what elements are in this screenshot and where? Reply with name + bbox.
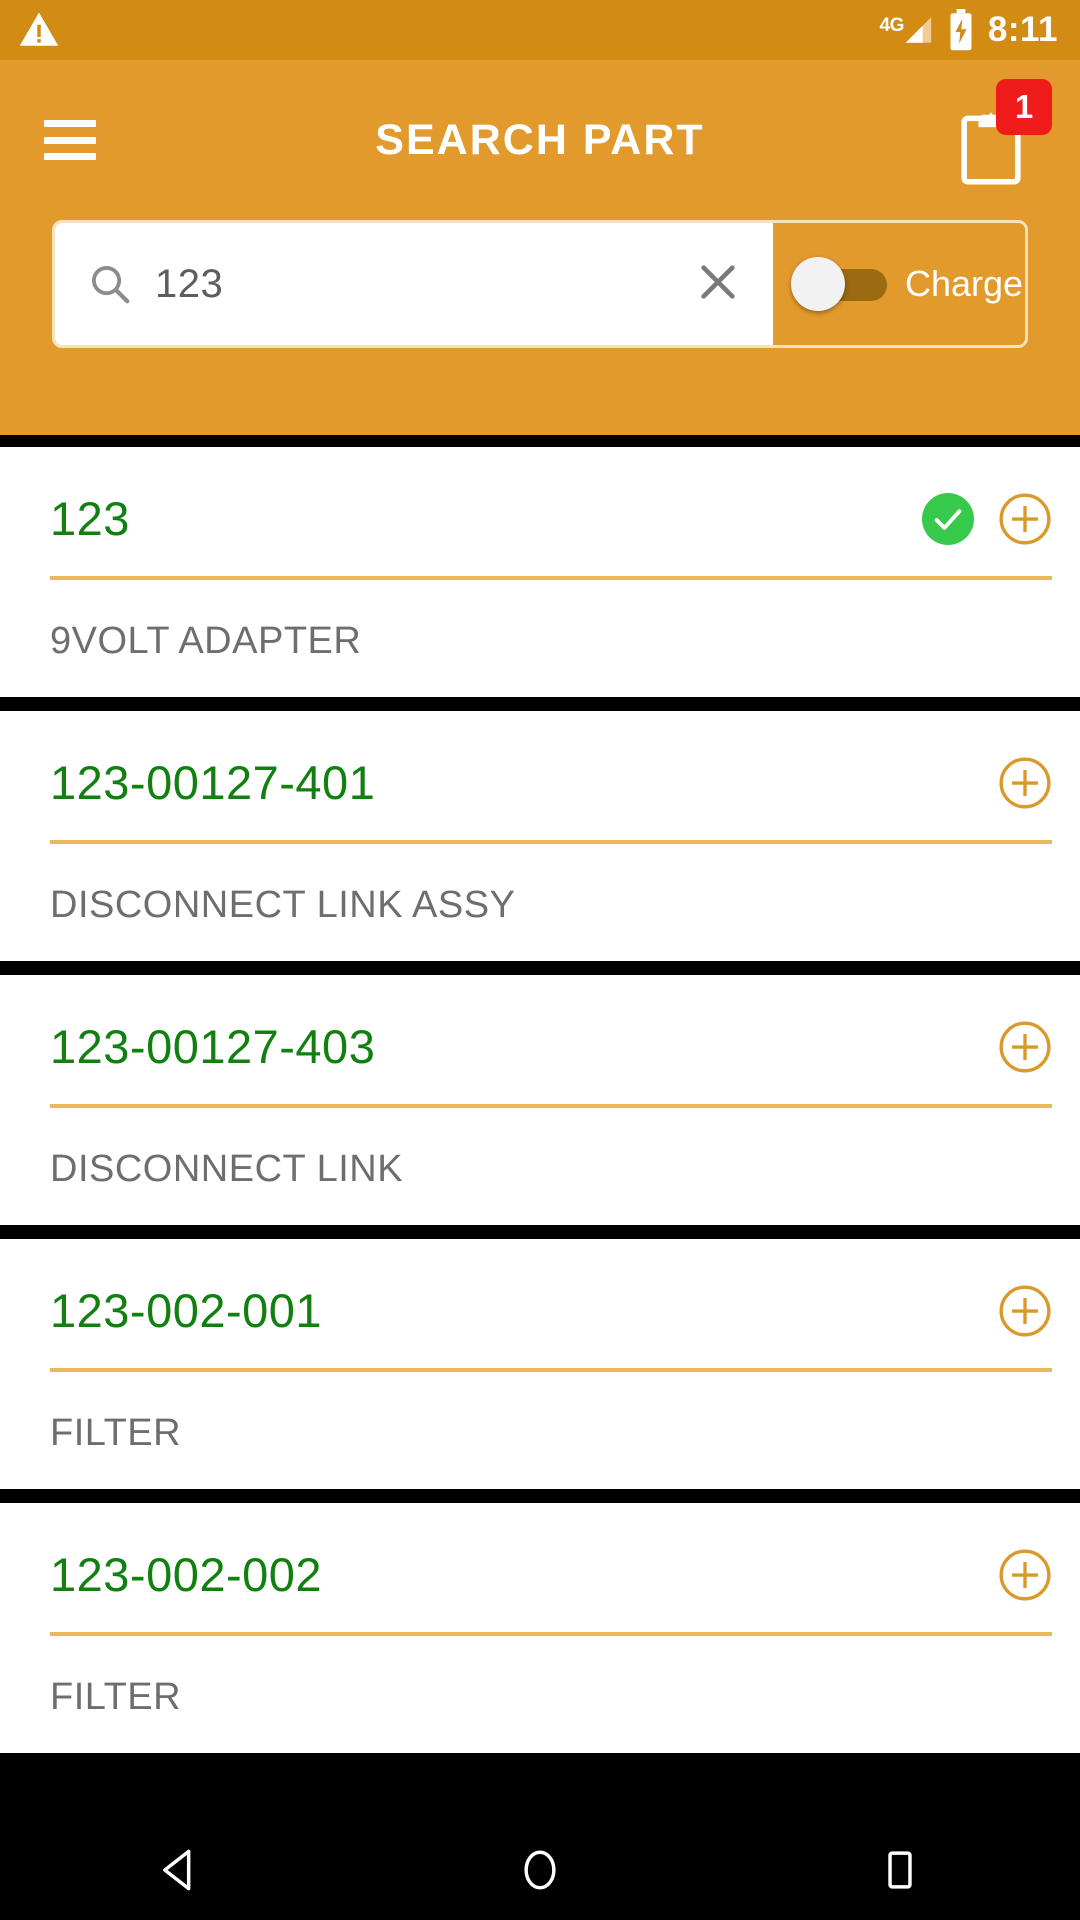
app-bar-top-row: SEARCH PART 1 xyxy=(0,60,1080,220)
hamburger-menu-icon[interactable] xyxy=(44,120,96,160)
back-triangle-icon xyxy=(163,1849,191,1891)
android-navigation-bar xyxy=(0,1820,1080,1920)
nav-back-button[interactable] xyxy=(120,1820,240,1920)
charge-toggle-label: Charge xyxy=(905,263,1024,304)
result-card-actions xyxy=(998,1284,1052,1338)
part-number: 123-00127-403 xyxy=(50,1020,376,1073)
search-bar: 123 Charge xyxy=(52,220,1028,348)
result-card-actions xyxy=(998,1020,1052,1074)
page-title: SEARCH PART xyxy=(375,115,705,164)
card-divider xyxy=(50,1104,1052,1108)
search-results-list[interactable]: 123 9VOLT ADAPTER 123-00127-401 DISCONNE… xyxy=(0,435,1080,1820)
status-bar-clock: 8:11 xyxy=(987,10,1058,49)
plus-circle-icon[interactable] xyxy=(998,756,1052,810)
plus-circle-icon[interactable] xyxy=(998,1548,1052,1602)
hamburger-bar xyxy=(44,120,96,127)
charge-toggle-container[interactable]: Charge xyxy=(773,223,1025,345)
result-card-header: 123-00127-401 xyxy=(50,755,1052,810)
battery-charging-icon xyxy=(950,9,972,51)
part-description: FILTER xyxy=(50,1412,182,1454)
result-card[interactable]: 123-00127-403 DISCONNECT LINK xyxy=(0,975,1080,1225)
status-bar-right: 4G 8:11 xyxy=(876,9,1058,51)
search-input[interactable]: 123 xyxy=(155,262,663,307)
hamburger-bar xyxy=(44,136,96,144)
result-card[interactable]: 123-002-001 FILTER xyxy=(0,1239,1080,1489)
part-number: 123-002-001 xyxy=(50,1284,323,1337)
network-indicator: 4G xyxy=(876,13,934,47)
hamburger-bar xyxy=(44,153,96,160)
status-bar-left xyxy=(18,9,60,51)
card-divider xyxy=(50,840,1052,844)
part-number: 123-00127-401 xyxy=(50,756,376,809)
recents-square-icon xyxy=(888,1851,912,1889)
result-card-actions xyxy=(998,756,1052,810)
charge-toggle-switch[interactable] xyxy=(791,257,887,311)
part-number: 123 xyxy=(50,492,130,545)
nav-home-button[interactable] xyxy=(480,1820,600,1920)
result-card-actions xyxy=(998,1548,1052,1602)
part-description: DISCONNECT LINK xyxy=(50,1148,404,1190)
check-circle-icon xyxy=(922,492,974,545)
plus-circle-icon[interactable] xyxy=(998,1284,1052,1338)
card-divider xyxy=(50,576,1052,580)
check-glyph-icon xyxy=(934,508,962,530)
toggle-knob xyxy=(791,257,845,311)
search-input-container[interactable]: 123 xyxy=(55,223,773,345)
app-bar: SEARCH PART 1 123 Charge xyxy=(0,60,1080,435)
cart-button[interactable]: 1 xyxy=(956,79,1052,185)
result-card[interactable]: 123-002-002 FILTER xyxy=(0,1503,1080,1753)
result-card-header: 123-002-002 xyxy=(50,1547,1052,1602)
nav-recents-button[interactable] xyxy=(840,1820,960,1920)
result-card-actions xyxy=(922,492,1052,546)
plus-circle-icon[interactable] xyxy=(998,1020,1052,1074)
magnifier-icon xyxy=(91,265,130,304)
clear-search-button[interactable] xyxy=(685,253,751,316)
part-description: FILTER xyxy=(50,1676,182,1718)
result-card[interactable]: 123-00127-401 DISCONNECT LINK ASSY xyxy=(0,711,1080,961)
cart-badge: 1 xyxy=(996,79,1052,135)
network-type-label: 4G xyxy=(879,15,905,36)
plus-circle-icon[interactable] xyxy=(998,492,1052,546)
status-bar: 4G 8:11 xyxy=(0,0,1080,60)
signal-bars-icon xyxy=(905,17,932,43)
result-card-header: 123-002-001 xyxy=(50,1283,1052,1338)
close-x-icon xyxy=(701,264,735,299)
warning-triangle-icon xyxy=(19,12,59,46)
home-circle-icon xyxy=(524,1850,556,1890)
result-card-header: 123-00127-403 xyxy=(50,1019,1052,1074)
part-number: 123-002-002 xyxy=(50,1548,323,1601)
result-card[interactable]: 123 9VOLT ADAPTER xyxy=(0,447,1080,697)
part-description: 9VOLT ADAPTER xyxy=(50,620,362,662)
part-description: DISCONNECT LINK ASSY xyxy=(50,884,516,926)
card-divider xyxy=(50,1368,1052,1372)
result-card-header: 123 xyxy=(50,491,1052,546)
card-divider xyxy=(50,1632,1052,1636)
